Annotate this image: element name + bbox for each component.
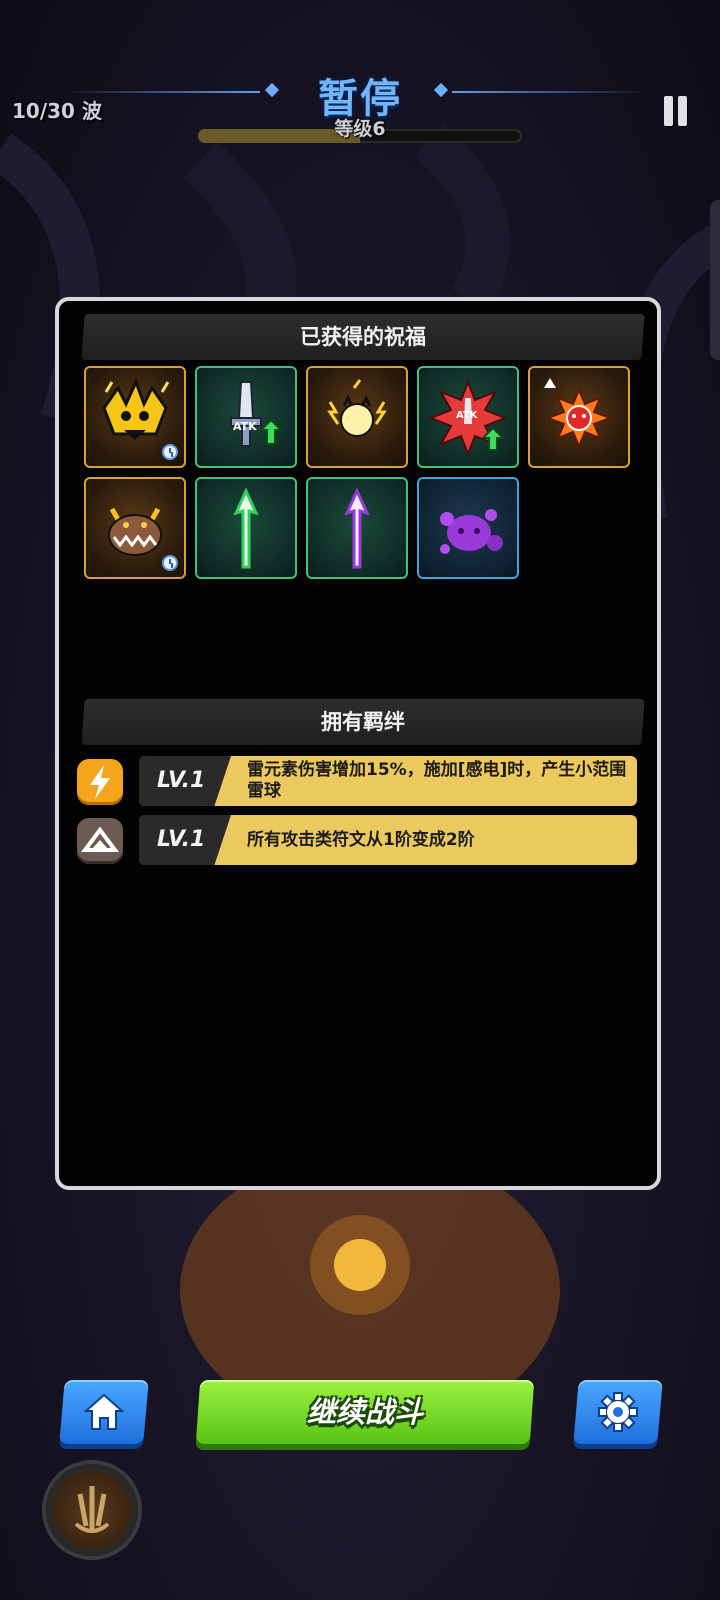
- atk-sword-up-icon: ATK: [230, 381, 284, 447]
- timer-icon: [162, 444, 178, 460]
- blessing-slot-3[interactable]: [306, 366, 408, 468]
- timer-icon: [162, 555, 178, 571]
- bond-row-lightning: LV.1 雷元素伤害增加15%，施加[感电]时，产生小范围雷球: [77, 756, 637, 806]
- blessing-slot-6[interactable]: [84, 477, 186, 579]
- bond-description: 雷元素伤害增加15%，施加[感电]时，产生小范围雷球: [247, 760, 627, 801]
- green-arrow-icon: [233, 487, 259, 569]
- purple-slime-icon: [440, 509, 503, 554]
- skill-button[interactable]: [46, 1464, 138, 1556]
- bond-level-badge: LV.1: [139, 756, 231, 806]
- blessing-slot-7[interactable]: [195, 477, 297, 579]
- pause-button[interactable]: [664, 96, 690, 126]
- home-icon: [84, 1393, 124, 1430]
- bonds-title: 拥有羁绊: [321, 710, 405, 734]
- continue-battle-label: 继续战斗: [306, 1395, 423, 1429]
- bond-level-badge: LV.1: [139, 815, 231, 865]
- svg-text:ATK: ATK: [233, 420, 257, 433]
- blessing-slot-5[interactable]: [528, 366, 630, 468]
- lightning-icon: [77, 759, 123, 805]
- svg-text:ATK: ATK: [456, 410, 479, 421]
- blessings-title: 已获得的祝福: [300, 325, 426, 349]
- gear-icon: [598, 1392, 638, 1432]
- rune-icon: [77, 818, 123, 864]
- blessings-header: 已获得的祝福: [81, 314, 645, 360]
- atk-burst-up-icon: ATK: [428, 379, 508, 457]
- blessing-slot-8[interactable]: [306, 477, 408, 579]
- side-drawer-tab[interactable]: [710, 200, 720, 360]
- rune-tier-icon: [544, 378, 556, 388]
- pause-panel: 已获得的祝福 ATK ATK 拥有羁绊 LV.1 雷元素伤害增加15%，施加[感…: [55, 297, 661, 1190]
- bond-bar: LV.1 雷元素伤害增加15%，施加[感电]时，产生小范围雷球: [139, 756, 637, 806]
- bond-description: 所有攻击类符文从1阶变成2阶: [247, 829, 475, 850]
- bond-row-rune: LV.1 所有攻击类符文从1阶变成2阶: [77, 815, 637, 865]
- home-button[interactable]: [59, 1380, 149, 1444]
- bond-bar: LV.1 所有攻击类符文从1阶变成2阶: [139, 815, 637, 865]
- blessing-slot-1[interactable]: [84, 366, 186, 468]
- claw-skill-icon: [74, 1486, 110, 1533]
- blessing-slot-2[interactable]: ATK: [195, 366, 297, 468]
- blessing-slot-4[interactable]: ATK: [417, 366, 519, 468]
- bonds-header: 拥有羁绊: [81, 699, 645, 745]
- purple-arrow-icon: [344, 487, 370, 569]
- blessing-slot-9[interactable]: [417, 477, 519, 579]
- continue-battle-button[interactable]: 继续战斗: [195, 1380, 535, 1444]
- player-level: 等级6: [334, 118, 386, 140]
- pause-icon: [664, 96, 673, 126]
- electric-spirit-icon: [327, 379, 387, 437]
- bond-level: LV.1: [157, 768, 206, 793]
- settings-button[interactable]: [573, 1380, 663, 1444]
- bond-level: LV.1: [157, 827, 206, 852]
